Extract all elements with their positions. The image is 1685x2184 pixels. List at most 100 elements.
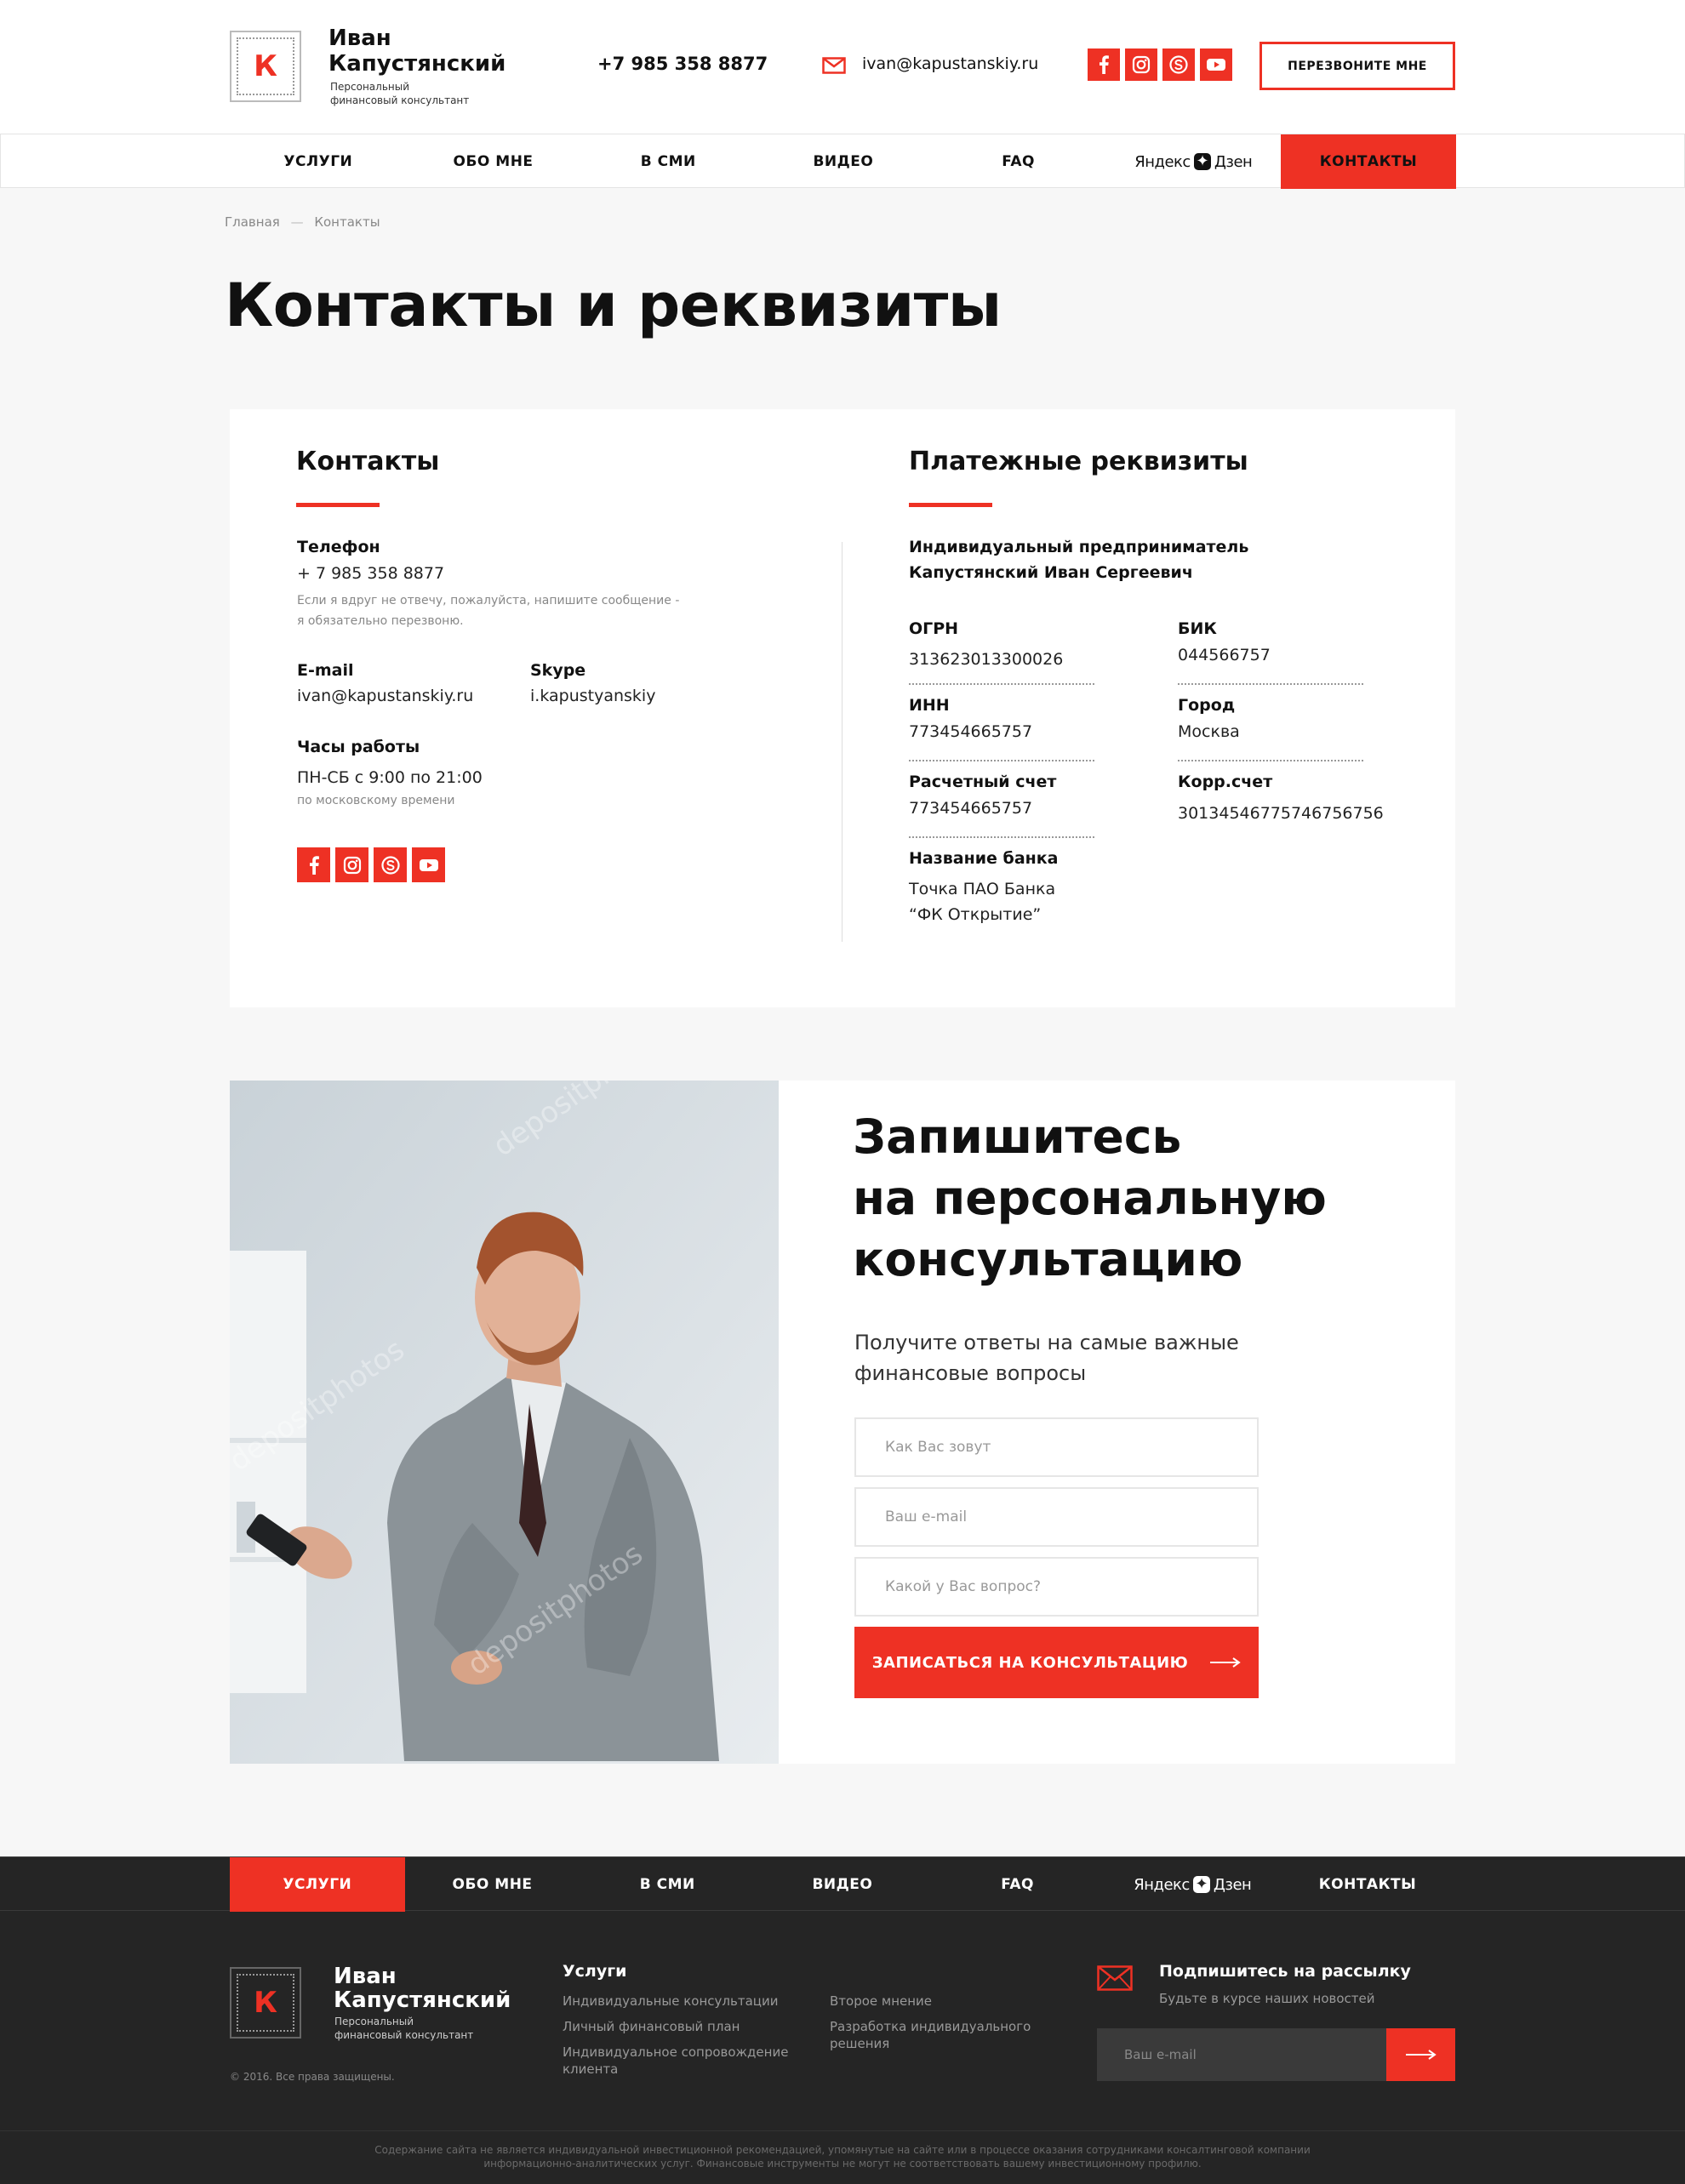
nav-item-video[interactable]: ВИДЕО xyxy=(756,134,931,189)
copyright: © 2016. Все права защищены. xyxy=(230,2071,395,2083)
consultation-section: depositphotos depositphotos depositphoto… xyxy=(230,1081,1455,1764)
phone-value[interactable]: + 7 985 358 8877 xyxy=(297,564,444,583)
instagram-icon[interactable] xyxy=(1125,48,1157,81)
footer-nav-media[interactable]: В СМИ xyxy=(580,1857,755,1912)
contacts-card: Контакты Телефон + 7 985 358 8877 Если я… xyxy=(230,409,1455,1007)
consultation-title: Запишитесь на персональную консультацию xyxy=(853,1106,1327,1290)
main-nav: УСЛУГИ ОБО МНЕ В СМИ ВИДЕО FAQ Яндекс ✦ … xyxy=(0,134,1685,189)
consultation-lead-line-1: Получите ответы на самые важные xyxy=(854,1331,1239,1354)
subscribe-title: Подпишитесь на рассылку xyxy=(1159,1962,1411,1981)
logo[interactable]: К xyxy=(230,31,301,102)
footer-brand-subtitle-2: финансовый консультант xyxy=(334,2029,474,2041)
skype-icon[interactable] xyxy=(374,847,407,882)
city-divider xyxy=(1178,760,1363,761)
footer-nav-contacts[interactable]: КОНТАКТЫ xyxy=(1280,1857,1455,1912)
arrow-right-icon xyxy=(1405,2050,1437,2060)
breadcrumb-separator: — xyxy=(290,214,304,230)
inn-value: 773454665757 xyxy=(909,722,1033,741)
instagram-icon[interactable] xyxy=(335,847,368,882)
account-label: Расчетный счет xyxy=(909,773,1057,791)
requisites-title-underline xyxy=(909,503,992,507)
bank-label: Название банка xyxy=(909,849,1059,868)
footer-service-link[interactable]: Разработка индивидуального xyxy=(830,2018,1031,2035)
footer-nav-about[interactable]: ОБО МНЕ xyxy=(405,1857,580,1912)
footer-logo-letter: К xyxy=(249,1986,282,2020)
nav-item-yandex-zen[interactable]: Яндекс ✦ Дзен xyxy=(1105,134,1281,189)
consultation-lead-line-2: финансовые вопросы xyxy=(854,1361,1087,1385)
nav-item-about[interactable]: ОБО МНЕ xyxy=(406,134,581,189)
footer-divider xyxy=(0,2130,1685,2131)
hours-label: Часы работы xyxy=(297,738,420,756)
footer-nav: УСЛУГИ ОБО МНЕ В СМИ ВИДЕО FAQ Яндекс ✦ … xyxy=(0,1856,1685,1912)
footer-service-link[interactable]: решения xyxy=(830,2035,889,2052)
subscribe-subtitle: Будьте в курсе наших новостей xyxy=(1159,1991,1375,2006)
name-input[interactable] xyxy=(854,1417,1259,1477)
footer-logo[interactable]: К xyxy=(230,1967,301,2039)
footer-nav-yandex-zen[interactable]: Яндекс ✦ Дзен xyxy=(1105,1857,1280,1912)
footer-service-link[interactable]: Индивидуальные консультации xyxy=(563,1993,778,2010)
hours-value: ПН-СБ с 9:00 по 21:00 xyxy=(297,768,483,787)
header-phone[interactable]: +7 985 358 8877 xyxy=(597,54,768,74)
arrow-right-icon xyxy=(1210,1657,1241,1668)
skype-icon[interactable] xyxy=(1162,48,1195,81)
youtube-icon[interactable] xyxy=(412,847,445,882)
facebook-icon[interactable] xyxy=(1088,48,1120,81)
phone-label: Телефон xyxy=(297,538,380,556)
nav-item-contacts[interactable]: КОНТАКТЫ xyxy=(1281,134,1456,189)
email-label: E-mail xyxy=(297,661,354,680)
header-social-links xyxy=(1088,48,1232,81)
submit-consultation-button[interactable]: ЗАПИСАТЬСЯ НА КОНСУЛЬТАЦИЮ xyxy=(854,1627,1259,1698)
nav-item-faq[interactable]: FAQ xyxy=(931,134,1106,189)
header-email[interactable]: ivan@kapustanskiy.ru xyxy=(862,54,1038,73)
site-header: К Иван Капустянский Персональный финансо… xyxy=(0,0,1685,134)
nav-item-services[interactable]: УСЛУГИ xyxy=(231,134,406,189)
question-input[interactable] xyxy=(854,1557,1259,1617)
email-input[interactable] xyxy=(854,1487,1259,1547)
zen-text-right: Дзен xyxy=(1213,1875,1252,1894)
logo-letter: К xyxy=(249,49,282,83)
ogrn-divider xyxy=(909,683,1094,685)
breadcrumb: Главная — Контакты xyxy=(225,214,380,230)
subscribe-email-input[interactable] xyxy=(1097,2028,1386,2081)
contacts-title: Контакты xyxy=(296,447,440,476)
facebook-icon[interactable] xyxy=(297,847,330,882)
footer-nav-services[interactable]: УСЛУГИ xyxy=(230,1857,405,1912)
ogrn-label: ОГРН xyxy=(909,619,959,638)
corr-label: Корр.счет xyxy=(1178,773,1273,791)
footer-nav-faq[interactable]: FAQ xyxy=(930,1857,1105,1912)
subscribe-button[interactable] xyxy=(1386,2028,1455,2081)
consultant-photo: depositphotos depositphotos depositphoto… xyxy=(230,1081,779,1764)
mail-icon xyxy=(1097,1965,1133,1994)
breadcrumb-home[interactable]: Главная xyxy=(225,214,280,230)
zen-star-icon: ✦ xyxy=(1192,1876,1210,1893)
breadcrumb-current: Контакты xyxy=(314,214,380,230)
email-link[interactable]: ivan@kapustanskiy.ru xyxy=(297,687,473,705)
youtube-icon[interactable] xyxy=(1200,48,1232,81)
brand-subtitle-2: финансовый консультант xyxy=(330,94,470,106)
callback-button[interactable]: ПЕРЕЗВОНИТЕ МНЕ xyxy=(1259,42,1455,90)
city-value: Москва xyxy=(1178,722,1240,741)
footer-service-link[interactable]: клиента xyxy=(563,2061,618,2078)
account-value: 773454665757 xyxy=(909,799,1033,818)
footer-brand-name-last: Капустянский xyxy=(334,1987,511,2013)
contacts-title-underline xyxy=(296,503,380,507)
phone-note-2: я обязательно перезвоню. xyxy=(297,614,464,628)
bank-value-1: Точка ПАО Банка xyxy=(909,880,1056,898)
requisites-title: Платежные реквизиты xyxy=(909,447,1248,476)
bik-value: 044566757 xyxy=(1178,646,1271,664)
consultation-title-line-1: Запишитесь xyxy=(853,1109,1182,1164)
footer-brand-name-first: Иван xyxy=(334,1964,397,1989)
hours-note: по московскому времени xyxy=(297,794,455,807)
skype-link[interactable]: i.kapustyanskiy xyxy=(530,687,655,705)
zen-text-left: Яндекс xyxy=(1134,152,1191,171)
footer-nav-video[interactable]: ВИДЕО xyxy=(755,1857,930,1912)
zen-text-right: Дзен xyxy=(1214,152,1253,171)
inn-label: ИНН xyxy=(909,696,950,715)
footer-service-link[interactable]: Индивидуальное сопровождение xyxy=(563,2044,788,2061)
consultation-title-line-2: на персональную xyxy=(853,1171,1327,1225)
footer-service-link[interactable]: Второе мнение xyxy=(830,1993,932,2010)
nav-item-media[interactable]: В СМИ xyxy=(580,134,756,189)
footer-service-link[interactable]: Личный финансовый план xyxy=(563,2018,740,2035)
bik-divider xyxy=(1178,683,1363,685)
consultation-title-line-3: консультацию xyxy=(853,1232,1243,1286)
